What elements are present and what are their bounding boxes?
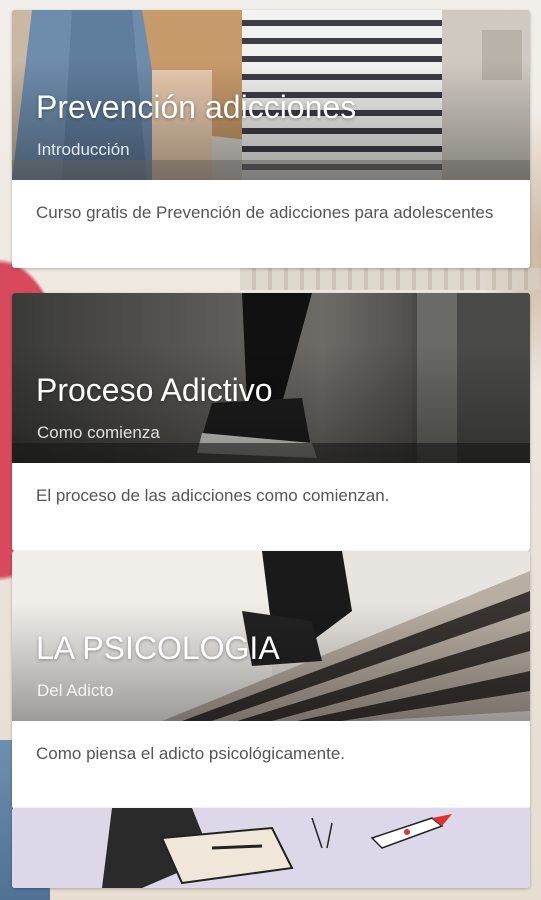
card-subtitle: Como comienza (37, 423, 160, 442)
cartoon-illustration-image (12, 808, 530, 888)
course-card-prevencion[interactable]: Prevención adicciones Introducción Curso… (12, 10, 530, 268)
course-card-partial[interactable] (12, 808, 530, 888)
card-image-cartoon (12, 808, 530, 888)
card-description: Como piensa el adicto psicológicamente. (36, 744, 346, 763)
course-card-psicologia[interactable]: LA PSICOLOGIA Del Adicto Como piensa el … (12, 551, 530, 809)
card-subtitle: Introducción (37, 140, 130, 159)
course-card-proceso[interactable]: Proceso Adictivo Como comienza El proces… (12, 293, 530, 551)
card-image-sneakers: Proceso Adictivo Como comienza (12, 293, 530, 463)
card-title: Proceso Adictivo (36, 372, 273, 408)
background-shirt (240, 268, 540, 290)
card-image-people: Prevención adicciones Introducción (12, 10, 530, 180)
card-description: El proceso de las adicciones como comien… (36, 486, 390, 505)
card-title: LA PSICOLOGIA (36, 630, 280, 666)
card-description: Curso gratis de Prevención de adicciones… (36, 203, 494, 222)
card-title: Prevención adicciones (36, 89, 357, 125)
card-subtitle: Del Adicto (37, 681, 114, 700)
card-image-bleachers: LA PSICOLOGIA Del Adicto (12, 551, 530, 721)
